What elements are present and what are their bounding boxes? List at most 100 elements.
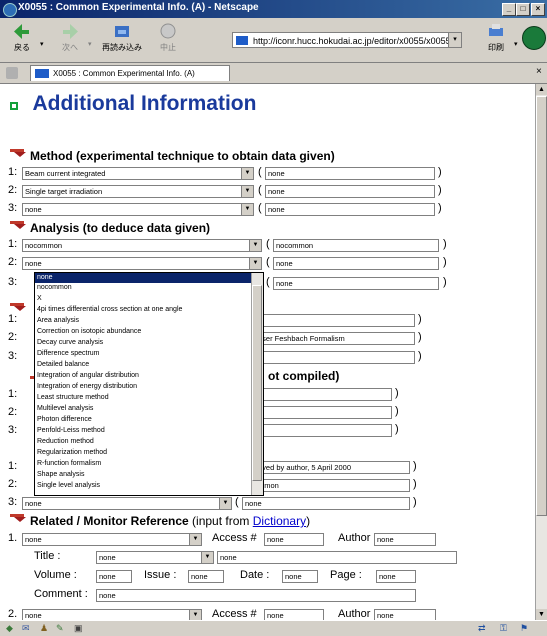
related-select-2[interactable]: none ▼ [22, 609, 202, 620]
hidden2-input-3[interactable] [262, 424, 392, 437]
method-heading: Method (experimental technique to obtain… [10, 149, 335, 163]
analysis-input-2[interactable]: none [273, 257, 439, 270]
close-paren: ) [395, 387, 399, 399]
analysis-input-3[interactable]: none [273, 277, 439, 290]
dropdown-option[interactable]: Regularization method [35, 448, 253, 458]
access-input-1[interactable]: none [264, 533, 324, 546]
hidden-input-3[interactable]: e [255, 351, 415, 364]
row-number: 3: [8, 276, 18, 288]
dropdown-option[interactable]: 4pi times differential cross section at … [35, 305, 253, 315]
url-field[interactable]: http://iconr.hucc.hokudai.ac.jp/editor/x… [232, 32, 462, 48]
people-icon[interactable]: ♟ [40, 623, 48, 634]
status-input-3[interactable]: none [242, 497, 410, 510]
dropdown-option[interactable]: Reduction method [35, 437, 253, 447]
issue-input-1[interactable]: none [188, 570, 224, 583]
row-number: 1: [8, 313, 18, 325]
print-button[interactable]: 印刷 [478, 22, 514, 58]
close-window-button[interactable]: × [531, 3, 545, 16]
method-select-3[interactable]: none ▼ [22, 203, 254, 216]
dropdown-option[interactable]: X [35, 294, 253, 304]
dropdown-option[interactable]: nocommon [35, 283, 253, 293]
page-title: Additional Information [32, 92, 257, 115]
dropdown-option[interactable]: Detailed balance [35, 360, 253, 370]
method-select-1[interactable]: Beam current integrated ▼ [22, 167, 254, 180]
status-input-1[interactable]: oved by author, 5 April 2000 [255, 461, 410, 474]
forward-dropdown-icon[interactable]: ▾ [88, 40, 92, 48]
analysis-select-2[interactable]: none ▼ [22, 257, 262, 270]
dropdown-option[interactable]: Single level analysis [35, 481, 253, 491]
status-select-3[interactable]: none ▼ [22, 497, 232, 510]
row-number: 2. [8, 608, 18, 620]
section-arrow-icon [10, 149, 26, 158]
analysis-dropdown-list[interactable]: none nocommon X 4pi times differential c… [34, 272, 264, 496]
navigator-icon[interactable]: ◆ [6, 623, 13, 634]
dropdown-option[interactable]: Multilevel analysis [35, 404, 253, 414]
stop-button[interactable]: 中止 [150, 22, 186, 58]
dropdown-option[interactable]: Integration of energy distribution [35, 382, 253, 392]
author-label: Author [338, 532, 371, 544]
connection-icon: ⇄ [478, 623, 486, 633]
scroll-down-icon[interactable]: ▼ [536, 609, 547, 620]
forward-button[interactable]: 次へ [52, 22, 88, 58]
analysis-select-1[interactable]: nocommon ▼ [22, 239, 262, 252]
dictionary-link[interactable]: Dictionary [253, 514, 306, 528]
reload-icon [115, 26, 129, 37]
date-input-1[interactable]: none [282, 570, 318, 583]
reload-button[interactable]: 再読み込み [100, 22, 144, 58]
minimize-button[interactable]: _ [502, 3, 516, 16]
method-input-2[interactable]: none [265, 185, 435, 198]
volume-input-1[interactable]: none [96, 570, 132, 583]
url-dropdown-icon[interactable]: ▾ [448, 33, 461, 47]
dropdown-option[interactable]: Penfold-Leiss method [35, 426, 253, 436]
comment-input-1[interactable]: none [96, 589, 416, 602]
hidden-input-1[interactable]: e [255, 314, 415, 327]
tab-x0055[interactable]: X0055 : Common Experimental Info. (A) [30, 65, 230, 81]
scroll-up-icon[interactable]: ▲ [536, 84, 547, 95]
related-select-1[interactable]: none ▼ [22, 533, 202, 546]
hidden-heading: ot compiled) [268, 369, 340, 383]
dropdown-option[interactable]: Correction on isotopic abundance [35, 327, 253, 337]
chevron-down-icon: ▼ [249, 240, 261, 251]
access-input-2[interactable]: none [264, 609, 324, 620]
title-input-1[interactable]: none [217, 551, 457, 564]
close-tab-button[interactable]: × [536, 66, 542, 77]
page-scrollbar[interactable]: ▲ ▼ [535, 84, 547, 620]
method-input-3[interactable]: none [265, 203, 435, 216]
status-input-2[interactable]: mmon [255, 479, 410, 492]
section-arrow-icon [10, 303, 26, 312]
page-input-1[interactable]: none [376, 570, 416, 583]
hidden-input-2[interactable]: user Feshbach Formalism [255, 332, 415, 345]
mail-icon[interactable]: ✉ [22, 623, 30, 634]
title-select-1[interactable]: none ▼ [96, 551, 214, 564]
dropdown-option[interactable]: Integration of angular distribution [35, 371, 253, 381]
dropdown-option[interactable]: Shape analysis [35, 470, 253, 480]
maximize-button[interactable]: □ [516, 3, 530, 16]
method-select-2[interactable]: Single target irradiation ▼ [22, 185, 254, 198]
method-input-1[interactable]: none [265, 167, 435, 180]
print-dropdown-icon[interactable]: ▾ [514, 40, 518, 48]
back-button[interactable]: 戻る [4, 22, 40, 58]
dropdown-option[interactable]: none [35, 273, 253, 283]
back-dropdown-icon[interactable]: ▾ [40, 40, 44, 48]
hidden2-input-2[interactable] [262, 406, 392, 419]
dropdown-option[interactable]: Difference spectrum [35, 349, 253, 359]
dropdown-option[interactable]: Photon difference [35, 415, 253, 425]
dropdown-scrollbar[interactable] [251, 273, 263, 495]
dropdown-option[interactable]: Least structure method [35, 393, 253, 403]
sidebar-toggle-icon[interactable] [6, 67, 18, 79]
close-paren: ) [438, 166, 442, 178]
author-input-2[interactable]: none [374, 609, 436, 620]
hidden2-input-1[interactable] [262, 388, 392, 401]
dropdown-option[interactable]: Decay curve analysis [35, 338, 253, 348]
security-icon[interactable]: ⚿ [500, 623, 507, 634]
page-scroll-thumb[interactable] [536, 96, 547, 516]
stop-icon [160, 23, 176, 39]
composer-icon[interactable]: ✎ [56, 623, 64, 634]
dropdown-option[interactable]: R-function formalism [35, 459, 253, 469]
dropdown-scroll-thumb[interactable] [252, 285, 262, 481]
dropdown-option[interactable]: Area analysis [35, 316, 253, 326]
analysis-input-1[interactable]: nocommon [273, 239, 439, 252]
chat-icon[interactable]: ▣ [74, 623, 83, 634]
close-paren: ) [413, 478, 417, 490]
author-input-1[interactable]: none [374, 533, 436, 546]
